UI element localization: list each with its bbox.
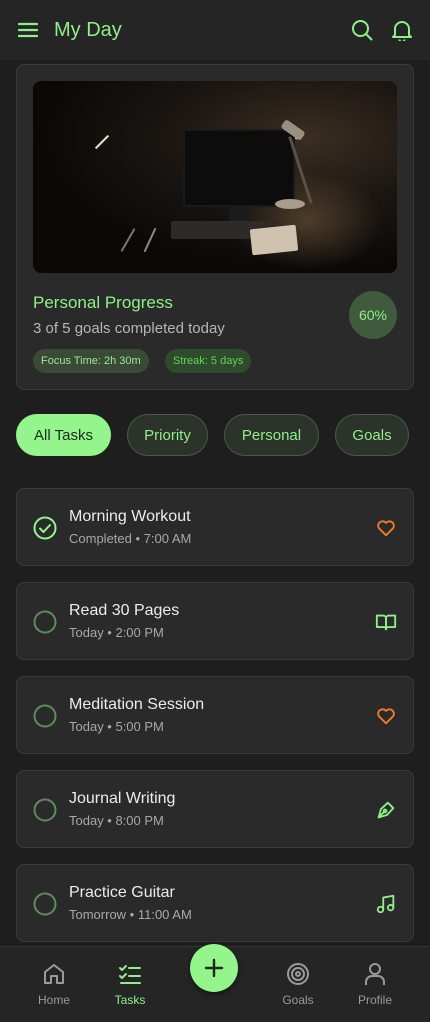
task-card[interactable]: Read 30 Pages Today • 2:00 PM <box>16 582 414 660</box>
nav-profile-label: Profile <box>357 993 392 1007</box>
task-meta: Tomorrow • 11:00 AM <box>69 907 192 922</box>
filter-all-tasks[interactable]: All Tasks <box>16 414 111 456</box>
checklist-icon <box>119 965 141 984</box>
target-icon <box>287 963 309 985</box>
nav-home-label: Home <box>37 993 70 1007</box>
task-meta: Completed • 7:00 AM <box>69 531 192 546</box>
home-icon <box>44 964 64 984</box>
task-meta: Today • 8:00 PM <box>69 813 164 828</box>
menu-icon[interactable] <box>16 18 40 42</box>
app-header: My Day <box>0 0 430 60</box>
music-icon[interactable] <box>375 893 397 915</box>
progress-card[interactable]: Personal Progress 3 of 5 goals completed… <box>16 64 414 390</box>
task-name: Journal Writing <box>69 790 176 807</box>
task-name: Read 30 Pages <box>69 602 180 619</box>
progress-title: Personal Progress <box>33 293 173 312</box>
nav-home[interactable]: Home <box>19 961 89 1011</box>
nav-goals-label: Goals <box>282 993 314 1007</box>
filter-personal[interactable]: Personal <box>224 414 319 456</box>
unchecked-circle-icon[interactable] <box>33 798 57 822</box>
task-card[interactable]: Practice Guitar Tomorrow • 11:00 AM <box>16 864 414 942</box>
task-name: Meditation Session <box>69 696 205 713</box>
page-title: My Day <box>54 18 122 41</box>
heart-icon[interactable] <box>375 705 397 727</box>
book-icon[interactable] <box>375 611 397 633</box>
task-card[interactable]: Journal Writing Today • 8:00 PM <box>16 770 414 848</box>
nav-tasks-label: Tasks <box>114 993 146 1007</box>
streak-badge: Streak: 5 days <box>165 349 252 373</box>
pen-icon[interactable] <box>375 799 397 821</box>
task-card[interactable]: Morning Workout Completed • 7:00 AM <box>16 488 414 566</box>
unchecked-circle-icon[interactable] <box>33 610 57 634</box>
task-name: Morning Workout <box>69 508 191 525</box>
bell-icon[interactable] <box>390 18 414 42</box>
filter-priority[interactable]: Priority <box>127 414 208 456</box>
task-name: Practice Guitar <box>69 884 175 901</box>
checked-circle-icon[interactable] <box>33 516 57 540</box>
nav-tasks[interactable]: Tasks <box>95 961 165 1011</box>
filter-goals[interactable]: Goals <box>335 414 409 456</box>
plus-icon <box>204 958 224 978</box>
add-task-button[interactable] <box>190 944 238 992</box>
task-meta: Today • 2:00 PM <box>69 625 164 640</box>
progress-subtitle: 3 of 5 goals completed today <box>33 320 225 337</box>
focus-time-badge: Focus Time: 2h 30m <box>33 349 149 373</box>
task-meta: Today • 5:00 PM <box>69 719 164 734</box>
heart-icon[interactable] <box>375 517 397 539</box>
progress-percent: 60% <box>349 291 397 339</box>
user-icon <box>365 963 385 985</box>
unchecked-circle-icon[interactable] <box>33 892 57 916</box>
unchecked-circle-icon[interactable] <box>33 704 57 728</box>
search-icon[interactable] <box>350 18 374 42</box>
nav-profile[interactable]: Profile <box>340 961 410 1011</box>
task-card[interactable]: Meditation Session Today • 5:00 PM <box>16 676 414 754</box>
desk-image <box>33 81 397 273</box>
nav-goals[interactable]: Goals <box>263 961 333 1011</box>
